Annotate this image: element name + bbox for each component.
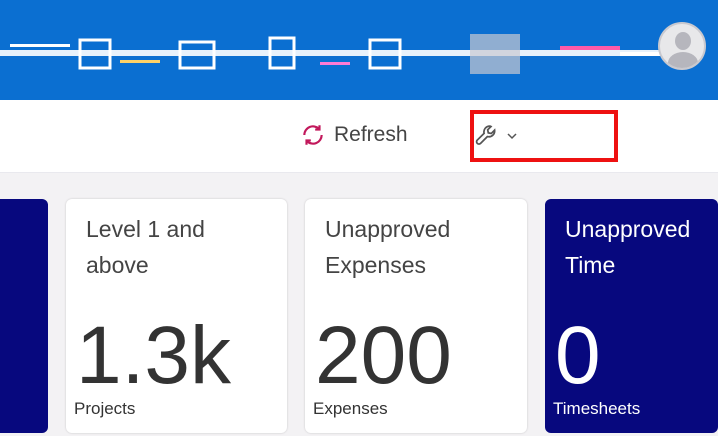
tile-title: Unapproved Time bbox=[565, 211, 708, 283]
tile-value: 200 bbox=[315, 310, 452, 401]
avatar-head bbox=[675, 32, 691, 50]
app-header bbox=[0, 0, 718, 100]
dashboard-area: Level 1 and above 1.3k Projects Unapprov… bbox=[0, 173, 718, 436]
refresh-icon bbox=[303, 125, 323, 145]
tile-value: 0 bbox=[555, 310, 601, 401]
tile-title-line1: Level 1 and bbox=[86, 216, 205, 242]
tile-unit: Timesheets bbox=[553, 399, 641, 418]
tile-unit: Expenses bbox=[313, 399, 388, 418]
refresh-button[interactable]: Refresh bbox=[300, 118, 408, 152]
tile-title-line2: above bbox=[86, 252, 149, 278]
tile-title: Level 1 and above bbox=[86, 211, 277, 283]
tile-value: 1.3k bbox=[76, 310, 231, 401]
tile-title-line2: Time bbox=[565, 252, 616, 278]
tile-title-line1: Unapproved bbox=[565, 216, 691, 242]
tile-title: Unapproved Expenses bbox=[325, 211, 517, 283]
header-nav-strip bbox=[0, 34, 700, 74]
highlight-annotation bbox=[470, 110, 618, 162]
tile-title-line2: Expenses bbox=[325, 252, 427, 278]
user-avatar-icon[interactable] bbox=[658, 22, 706, 70]
refresh-label: Refresh bbox=[334, 123, 408, 146]
avatar-body bbox=[668, 52, 698, 68]
tile-title-line1: Unapproved bbox=[325, 216, 451, 242]
tile-partial[interactable] bbox=[0, 199, 48, 433]
tile-unapproved-expenses[interactable]: Unapproved Expenses 200 Expenses bbox=[305, 199, 527, 433]
tile-unit: Projects bbox=[74, 399, 136, 418]
tile-unapproved-time[interactable]: Unapproved Time 0 Timesheets bbox=[545, 199, 718, 433]
tile-level1-projects[interactable]: Level 1 and above 1.3k Projects bbox=[66, 199, 287, 433]
